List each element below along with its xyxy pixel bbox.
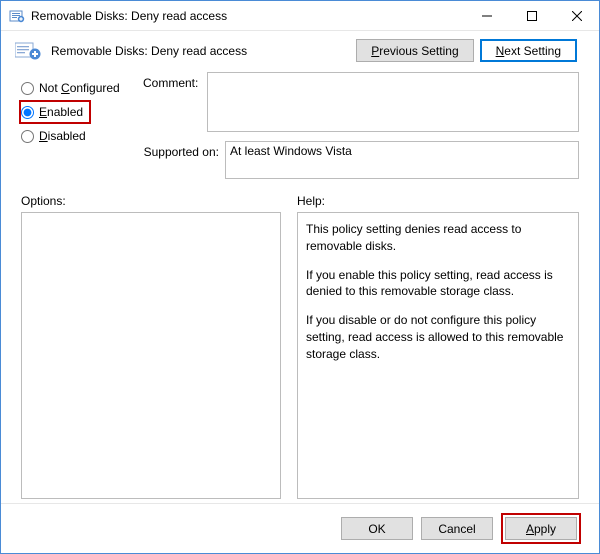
comment-column: Comment: Supported on: At least Windows …	[143, 72, 579, 182]
settings-top-row: Not Configured Enabled Disabled Comment:	[21, 72, 579, 182]
footer: OK Cancel Apply	[1, 503, 599, 553]
header: Removable Disks: Deny read access Previo…	[1, 31, 599, 70]
lower-panels: Options: Help: This policy setting denie…	[21, 194, 579, 499]
supported-label: Supported on:	[143, 141, 225, 182]
radio-not-configured-input[interactable]	[21, 82, 34, 95]
radio-not-configured-label: Not Configured	[39, 81, 120, 95]
policy-editor-window: Removable Disks: Deny read access Remova…	[0, 0, 600, 554]
policy-icon	[9, 8, 25, 24]
options-column: Options:	[21, 194, 281, 499]
supported-row: Supported on: At least Windows Vista	[143, 141, 579, 182]
body: Not Configured Enabled Disabled Comment:	[1, 70, 599, 499]
previous-setting-button[interactable]: Previous Setting	[356, 39, 473, 62]
help-label: Help:	[297, 194, 579, 208]
next-setting-button[interactable]: Next Setting	[480, 39, 577, 62]
window-controls	[464, 1, 599, 30]
ok-button[interactable]: OK	[341, 517, 413, 540]
options-label: Options:	[21, 194, 281, 208]
apply-highlight: Apply	[501, 513, 581, 544]
cancel-button[interactable]: Cancel	[421, 517, 493, 540]
titlebar: Removable Disks: Deny read access	[1, 1, 599, 31]
radio-disabled[interactable]: Disabled	[21, 124, 139, 148]
help-paragraph: If you disable or do not configure this …	[306, 312, 570, 362]
apply-button[interactable]: Apply	[505, 517, 577, 540]
help-paragraph: If you enable this policy setting, read …	[306, 267, 570, 301]
policy-title: Removable Disks: Deny read access	[51, 44, 356, 58]
radio-not-configured[interactable]: Not Configured	[21, 76, 139, 100]
maximize-button[interactable]	[509, 1, 554, 30]
radio-enabled-label: Enabled	[39, 105, 83, 119]
close-button[interactable]	[554, 1, 599, 30]
radio-enabled[interactable]: Enabled	[19, 100, 91, 124]
comment-label: Comment:	[143, 72, 207, 135]
state-radios: Not Configured Enabled Disabled	[21, 72, 139, 182]
radio-enabled-input[interactable]	[21, 106, 34, 119]
radio-disabled-input[interactable]	[21, 130, 34, 143]
minimize-button[interactable]	[464, 1, 509, 30]
supported-textarea: At least Windows Vista	[225, 141, 579, 179]
help-column: Help: This policy setting denies read ac…	[297, 194, 579, 499]
comment-textarea[interactable]	[207, 72, 579, 132]
nav-buttons: Previous Setting Next Setting	[356, 39, 577, 62]
window-title: Removable Disks: Deny read access	[31, 9, 464, 23]
help-paragraph: This policy setting denies read access t…	[306, 221, 570, 255]
radio-disabled-label: Disabled	[39, 129, 86, 143]
policy-header-icon	[13, 41, 45, 61]
comment-row: Comment:	[143, 72, 579, 135]
options-panel[interactable]	[21, 212, 281, 499]
help-panel[interactable]: This policy setting denies read access t…	[297, 212, 579, 499]
